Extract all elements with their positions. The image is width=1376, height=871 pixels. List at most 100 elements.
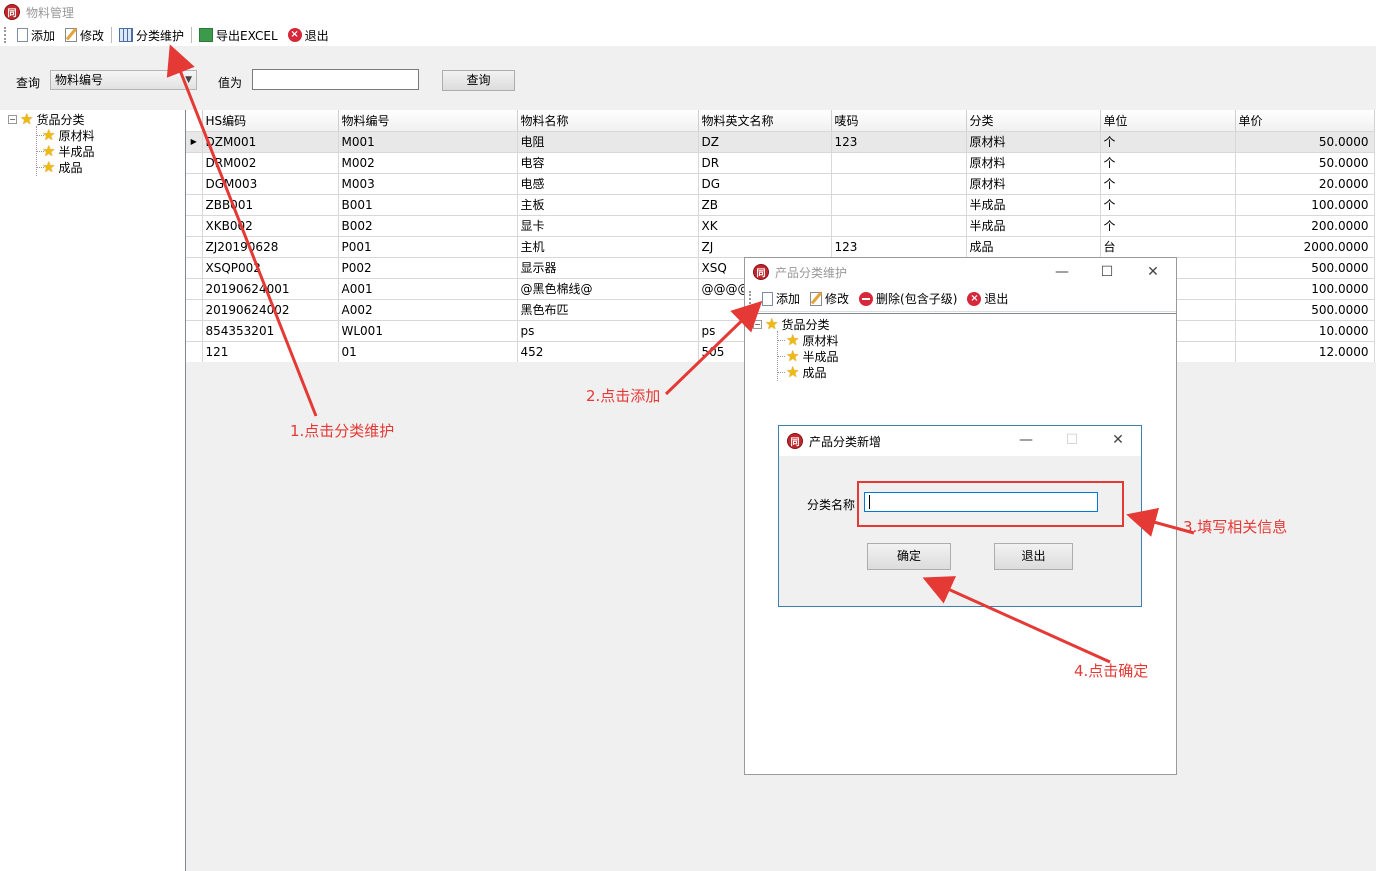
table-cell[interactable]: ZB [698,194,832,216]
query-field-select[interactable]: 物料编号 ▼ [50,70,197,90]
row-header[interactable] [186,278,203,300]
tree-item-raw-material[interactable]: ★ 原材料 [786,332,838,348]
table-cell[interactable]: 个 [1100,194,1236,216]
table-cell[interactable]: WL001 [338,320,518,342]
tree-item-finished[interactable]: ★ 成品 [42,159,82,175]
table-cell[interactable]: 台 [1100,236,1236,258]
category-delete-button[interactable]: 删除(包含子级) [854,289,962,309]
table-cell[interactable] [831,215,967,237]
tree-item-semi-finished[interactable]: ★ 半成品 [786,348,838,364]
table-cell[interactable]: DZM001 [202,131,339,153]
table-cell[interactable]: B002 [338,215,518,237]
table-cell[interactable]: 100.0000 [1235,194,1375,216]
close-icon[interactable]: ✕ [1138,262,1168,282]
table-cell[interactable]: 123 [831,236,967,258]
table-cell[interactable]: ZBB001 [202,194,339,216]
tree-root[interactable]: − ★ 货品分类 [8,111,84,127]
row-header[interactable] [186,194,203,216]
table-cell[interactable]: 121 [202,341,339,363]
table-cell[interactable]: 500.0000 [1235,257,1375,279]
category-maintain-button[interactable]: 分类维护 [114,25,189,45]
table-cell[interactable]: 半成品 [966,215,1101,237]
column-header[interactable]: 单位 [1100,110,1236,132]
table-cell[interactable]: 452 [517,341,699,363]
table-cell[interactable]: 个 [1100,215,1236,237]
table-cell[interactable]: XSQP002 [202,257,339,279]
column-header[interactable]: 单价 [1235,110,1375,132]
category-edit-button[interactable]: 修改 [805,289,854,309]
table-cell[interactable] [831,173,967,195]
category-exit-button[interactable]: × 退出 [962,289,1013,309]
table-cell[interactable]: 原材料 [966,173,1101,195]
row-header[interactable] [186,341,203,363]
table-row[interactable]: DGM003 M003 电感 DG 原材料个 20.0000 [186,173,1375,195]
close-icon[interactable]: ✕ [1103,430,1133,450]
table-cell[interactable]: ZJ [698,236,832,258]
confirm-button[interactable]: 确定 [867,543,951,570]
table-cell[interactable]: 123 [831,131,967,153]
row-header[interactable] [186,320,203,342]
table-cell[interactable]: 电容 [517,152,699,174]
table-cell[interactable]: DRM002 [202,152,339,174]
query-button[interactable]: 查询 [442,70,515,91]
table-cell[interactable]: 个 [1100,152,1236,174]
table-cell[interactable]: M003 [338,173,518,195]
table-cell[interactable]: 20190624001 [202,278,339,300]
table-cell[interactable]: A001 [338,278,518,300]
table-cell[interactable] [831,194,967,216]
table-row[interactable]: XKB002 B002 显卡 XK 半成品个 200.0000 [186,215,1375,237]
table-cell[interactable]: 500.0000 [1235,299,1375,321]
table-cell[interactable]: @黑色棉线@ [517,278,699,300]
table-cell[interactable]: 显示器 [517,257,699,279]
table-cell[interactable]: 12.0000 [1235,341,1375,363]
column-header[interactable]: 物料英文名称 [698,110,832,132]
table-cell[interactable]: 电阻 [517,131,699,153]
table-row[interactable]: DRM002 M002 电容 DR 原材料个 50.0000 [186,152,1375,174]
table-cell[interactable]: DZ [698,131,832,153]
table-cell[interactable]: 50.0000 [1235,152,1375,174]
table-cell[interactable]: DG [698,173,832,195]
table-cell[interactable]: P002 [338,257,518,279]
row-header[interactable] [186,236,203,258]
column-header[interactable]: 物料编号 [338,110,518,132]
table-row[interactable]: ZBB001 B001 主板 ZB 半成品个 100.0000 [186,194,1375,216]
table-cell[interactable]: P001 [338,236,518,258]
row-header[interactable] [186,152,203,174]
add-button[interactable]: 添加 [12,25,60,45]
table-cell[interactable]: M001 [338,131,518,153]
table-cell[interactable]: 主板 [517,194,699,216]
cancel-button[interactable]: 退出 [994,543,1073,570]
row-header[interactable] [186,173,203,195]
table-cell[interactable]: 黑色布匹 [517,299,699,321]
table-cell[interactable]: 主机 [517,236,699,258]
column-header[interactable]: HS编码 [202,110,339,132]
tree-root[interactable]: − ★ 货品分类 [753,316,829,332]
table-cell[interactable]: 854353201 [202,320,339,342]
minimize-icon[interactable]: — [1047,262,1077,282]
table-cell[interactable]: 200.0000 [1235,215,1375,237]
column-header[interactable]: 分类 [966,110,1101,132]
row-header[interactable] [186,257,203,279]
export-excel-button[interactable]: 导出EXCEL [194,25,283,45]
table-cell[interactable]: 原材料 [966,131,1101,153]
table-cell[interactable]: M002 [338,152,518,174]
table-cell[interactable]: 50.0000 [1235,131,1375,153]
table-cell[interactable]: 电感 [517,173,699,195]
tree-item-finished[interactable]: ★ 成品 [786,364,826,380]
tree-collapse-icon[interactable]: − [753,319,762,329]
toolbar-grip[interactable] [4,27,8,43]
minimize-icon[interactable]: — [1011,430,1041,450]
column-header[interactable]: 物料名称 [517,110,699,132]
exit-button[interactable]: × 退出 [283,25,334,45]
table-cell[interactable]: 个 [1100,173,1236,195]
table-cell[interactable]: 原材料 [966,152,1101,174]
current-row-indicator-icon[interactable]: ▶ [186,131,203,153]
edit-button[interactable]: 修改 [60,25,109,45]
tree-collapse-icon[interactable]: − [8,114,17,124]
table-cell[interactable]: 20.0000 [1235,173,1375,195]
query-value-input[interactable] [252,69,419,90]
table-cell[interactable]: 成品 [966,236,1101,258]
row-header[interactable] [186,215,203,237]
category-add-button[interactable]: 添加 [757,289,805,309]
table-row[interactable]: ZJ20190628 P001 主机 ZJ 123 成品台 2000.0000 [186,236,1375,258]
